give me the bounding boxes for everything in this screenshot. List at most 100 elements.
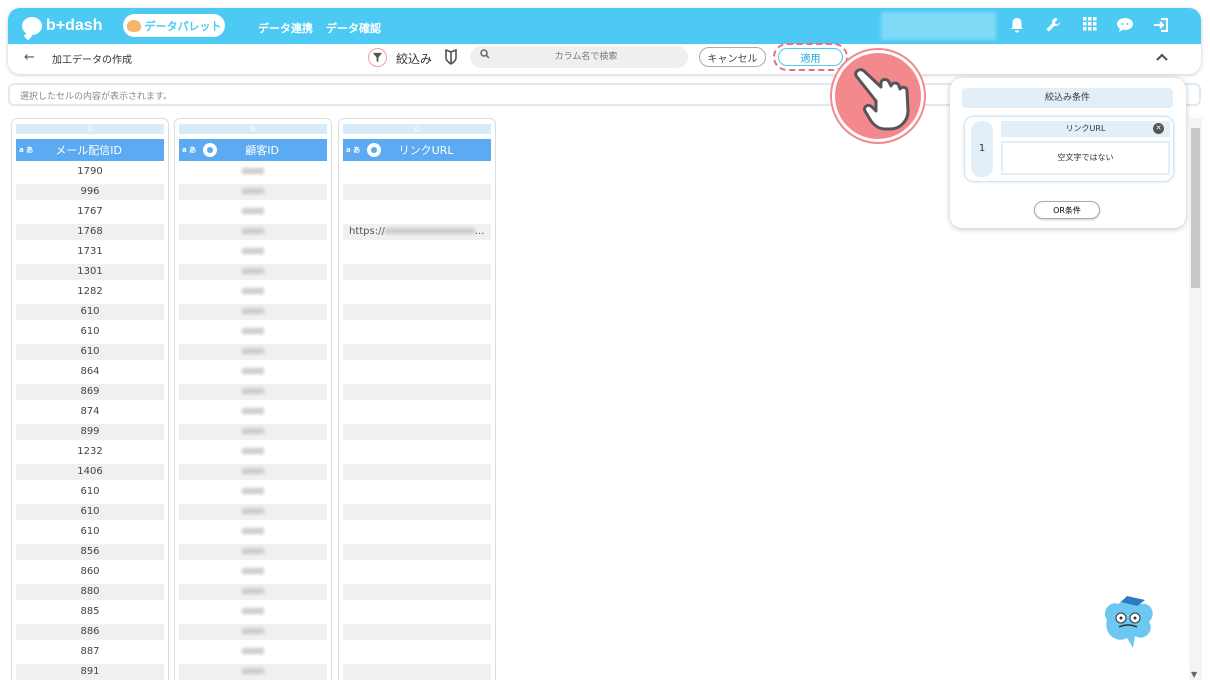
mail-id-cell[interactable]: 1406	[16, 464, 164, 480]
table-row[interactable]: 610	[16, 524, 164, 543]
customer-id-cell[interactable]	[179, 364, 327, 380]
table-row[interactable]: 887	[16, 644, 164, 663]
mail-id-cell[interactable]: 610	[16, 504, 164, 520]
link-url-cell[interactable]	[343, 364, 491, 380]
table-row[interactable]	[343, 364, 491, 383]
customer-id-cell[interactable]	[179, 404, 327, 420]
filter-icon[interactable]	[368, 48, 387, 67]
customer-id-cell[interactable]	[179, 484, 327, 500]
table-row[interactable]	[343, 244, 491, 263]
table-row[interactable]	[343, 264, 491, 283]
table-row[interactable]: 1406	[16, 464, 164, 483]
link-url-cell[interactable]	[343, 244, 491, 260]
table-row[interactable]: 1282	[16, 284, 164, 303]
mail-id-cell[interactable]: 860	[16, 564, 164, 580]
customer-id-cell[interactable]	[179, 264, 327, 280]
link-url-cell[interactable]	[343, 304, 491, 320]
table-row[interactable]	[343, 464, 491, 483]
mail-id-cell[interactable]: 885	[16, 604, 164, 620]
customer-id-cell[interactable]	[179, 644, 327, 660]
table-row[interactable]: 869	[16, 384, 164, 403]
link-url-cell[interactable]	[343, 204, 491, 220]
mail-id-cell[interactable]: 610	[16, 304, 164, 320]
mail-id-cell[interactable]: 610	[16, 324, 164, 340]
wrench-icon[interactable]	[1044, 17, 1062, 35]
table-row[interactable]: 1767	[16, 204, 164, 223]
table-row[interactable]	[179, 384, 327, 403]
cancel-button[interactable]: キャンセル	[699, 47, 766, 67]
link-url-cell[interactable]	[343, 344, 491, 360]
close-icon[interactable]: ✕	[1153, 123, 1164, 134]
mail-id-cell[interactable]: 899	[16, 424, 164, 440]
table-row[interactable]: 1731	[16, 244, 164, 263]
table-row[interactable]	[343, 204, 491, 223]
mascot-icon[interactable]	[1097, 590, 1159, 652]
table-row[interactable]	[343, 664, 491, 680]
mail-id-cell[interactable]: 880	[16, 584, 164, 600]
table-row[interactable]	[343, 644, 491, 663]
link-url-cell[interactable]	[343, 164, 491, 180]
mail-id-cell[interactable]: 1768	[16, 224, 164, 240]
table-row[interactable]: 899	[16, 424, 164, 443]
customer-id-cell[interactable]	[179, 384, 327, 400]
table-row[interactable]	[179, 544, 327, 563]
mail-id-cell[interactable]: 610	[16, 344, 164, 360]
table-row[interactable]	[179, 464, 327, 483]
customer-id-cell[interactable]	[179, 624, 327, 640]
table-row[interactable]	[343, 184, 491, 203]
table-row[interactable]	[343, 544, 491, 563]
table-row[interactable]	[343, 444, 491, 463]
table-row[interactable]	[343, 604, 491, 623]
column-letter[interactable]: B	[179, 124, 327, 134]
table-row[interactable]	[179, 404, 327, 423]
customer-id-cell[interactable]	[179, 224, 327, 240]
customer-id-cell[interactable]	[179, 464, 327, 480]
table-row[interactable]	[179, 444, 327, 463]
user-info[interactable]	[881, 12, 996, 40]
mail-id-cell[interactable]: 856	[16, 544, 164, 560]
customer-id-cell[interactable]	[179, 184, 327, 200]
table-row[interactable]	[343, 584, 491, 603]
customer-id-cell[interactable]	[179, 564, 327, 580]
column-header[interactable]: a あ リンクURL	[343, 139, 491, 161]
table-row[interactable]	[179, 164, 327, 183]
mail-id-cell[interactable]: 869	[16, 384, 164, 400]
table-row[interactable]	[179, 584, 327, 603]
table-row[interactable]	[179, 504, 327, 523]
customer-id-cell[interactable]	[179, 664, 327, 680]
link-url-cell[interactable]	[343, 464, 491, 480]
table-row[interactable]: 874	[16, 404, 164, 423]
table-row[interactable]	[343, 324, 491, 343]
shield-icon[interactable]	[444, 48, 458, 65]
link-url-cell[interactable]	[343, 644, 491, 660]
table-row[interactable]	[343, 384, 491, 403]
link-url-cell[interactable]	[343, 404, 491, 420]
table-row[interactable]: 610	[16, 344, 164, 363]
table-row[interactable]: 891	[16, 664, 164, 680]
mail-id-cell[interactable]: 1301	[16, 264, 164, 280]
table-row[interactable]	[179, 364, 327, 383]
table-row[interactable]: 610	[16, 504, 164, 523]
link-url-cell[interactable]	[343, 664, 491, 680]
or-condition-button[interactable]: OR条件	[1034, 201, 1100, 219]
table-row[interactable]	[343, 344, 491, 363]
table-row[interactable]	[179, 624, 327, 643]
table-row[interactable]	[179, 184, 327, 203]
customer-id-cell[interactable]	[179, 324, 327, 340]
table-row[interactable]	[343, 284, 491, 303]
table-row[interactable]	[343, 404, 491, 423]
link-url-cell[interactable]	[343, 184, 491, 200]
column-letter[interactable]: C	[343, 124, 491, 134]
table-row[interactable]	[343, 424, 491, 443]
table-row[interactable]	[179, 204, 327, 223]
table-row[interactable]	[343, 304, 491, 323]
table-row[interactable]	[343, 164, 491, 183]
column-letter[interactable]: A	[16, 124, 164, 134]
logout-icon[interactable]	[1152, 17, 1170, 35]
link-url-cell[interactable]	[343, 384, 491, 400]
link-url-cell[interactable]: https://...	[343, 224, 491, 240]
table-row[interactable]	[179, 644, 327, 663]
nav-data-link[interactable]: データ連携	[258, 20, 313, 36]
table-row[interactable]	[343, 504, 491, 523]
vertical-scrollbar[interactable]: ▼	[1189, 118, 1202, 680]
